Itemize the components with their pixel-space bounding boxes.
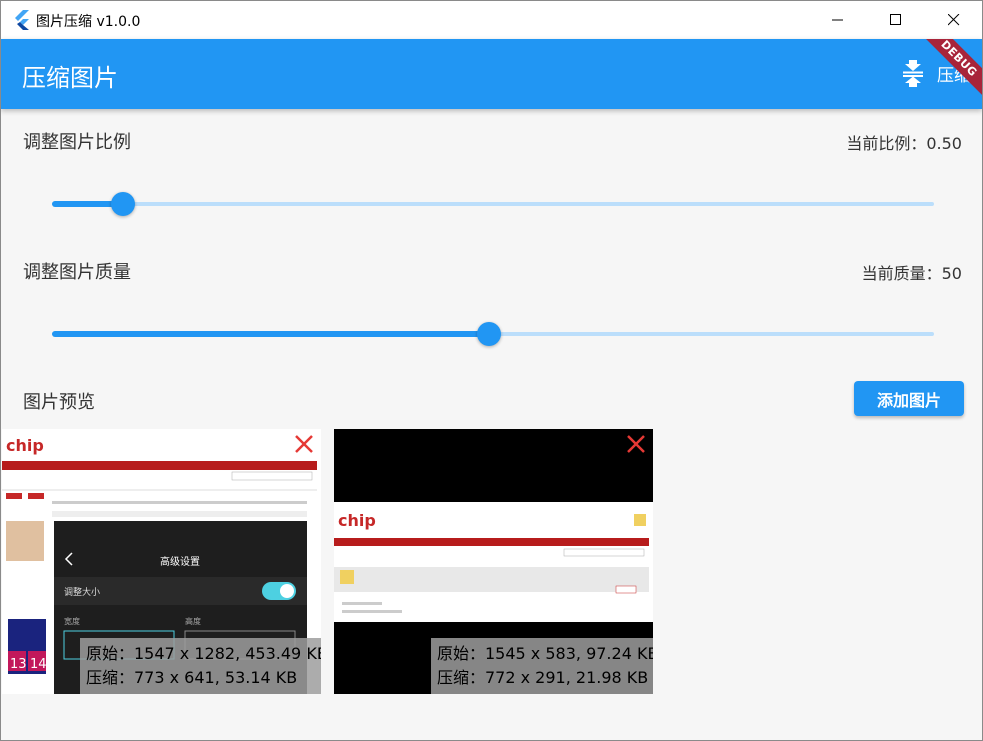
image-preview-card[interactable]: chip 原始：1545 x 583, 97.24 KB 压缩：772 x 29… <box>334 429 653 694</box>
compressed-size-text: 压缩：773 x 641, 53.14 KB <box>86 668 298 687</box>
flutter-logo-icon <box>15 10 29 30</box>
maximize-button[interactable] <box>867 1 925 39</box>
content-background <box>1 694 982 740</box>
quality-label: 调整图片质量 <box>23 262 131 283</box>
svg-text:14: 14 <box>30 657 47 672</box>
page-title: 压缩图片 <box>22 64 118 92</box>
close-window-button[interactable] <box>925 1 982 39</box>
quality-status: 当前质量：50 <box>861 264 962 283</box>
window-title: 图片压缩 v1.0.0 <box>36 14 141 30</box>
quality-slider-fill <box>52 331 489 337</box>
image-preview-card[interactable]: chip 高级设置 调整大小 宽度 高度 13 14 原始：1547 x 128… <box>2 429 321 694</box>
original-size-text: 原始：1545 x 583, 97.24 KB <box>437 644 653 663</box>
title-bar: 图片压缩 v1.0.0 <box>1 1 982 39</box>
quality-slider-thumb[interactable] <box>476 322 501 346</box>
maximize-icon <box>890 14 901 25</box>
scale-status: 当前比例：0.50 <box>846 134 962 153</box>
app-window: 图片压缩 v1.0.0 压缩图片 压缩 DEBUG 调整图片比例 当前比例：0.… <box>0 0 983 741</box>
add-image-button[interactable]: 添加图片 <box>854 381 964 416</box>
scale-slider-track <box>52 202 934 206</box>
close-icon[interactable] <box>293 433 315 455</box>
scale-label: 调整图片比例 <box>23 132 131 153</box>
image-size-info: 原始：1547 x 1282, 453.49 KB 压缩：773 x 641, … <box>80 638 321 694</box>
svg-text:调整大小: 调整大小 <box>64 586 100 598</box>
scale-slider-thumb[interactable] <box>110 192 135 216</box>
compress-icon <box>903 60 923 87</box>
compressed-size-text: 压缩：772 x 291, 21.98 KB <box>437 668 649 687</box>
minimize-button[interactable] <box>809 1 867 39</box>
app-bar: 压缩图片 压缩 DEBUG <box>1 39 982 109</box>
minimize-icon <box>832 19 843 21</box>
quality-slider[interactable] <box>52 322 934 346</box>
svg-text:高度: 高度 <box>185 616 201 626</box>
close-icon <box>948 14 960 26</box>
scale-slider[interactable] <box>52 192 934 216</box>
svg-text:高级设置: 高级设置 <box>160 555 200 568</box>
close-icon[interactable] <box>625 433 647 455</box>
svg-text:chip: chip <box>338 511 376 530</box>
svg-text:宽度: 宽度 <box>64 616 80 626</box>
svg-text:chip: chip <box>6 436 44 455</box>
image-size-info: 原始：1545 x 583, 97.24 KB 压缩：772 x 291, 21… <box>431 638 653 694</box>
preview-image: chip <box>334 502 653 622</box>
preview-label: 图片预览 <box>23 392 95 413</box>
original-size-text: 原始：1547 x 1282, 453.49 KB <box>86 644 321 663</box>
screenshot-thumbnail: chip <box>334 502 653 622</box>
svg-text:13: 13 <box>10 657 27 672</box>
